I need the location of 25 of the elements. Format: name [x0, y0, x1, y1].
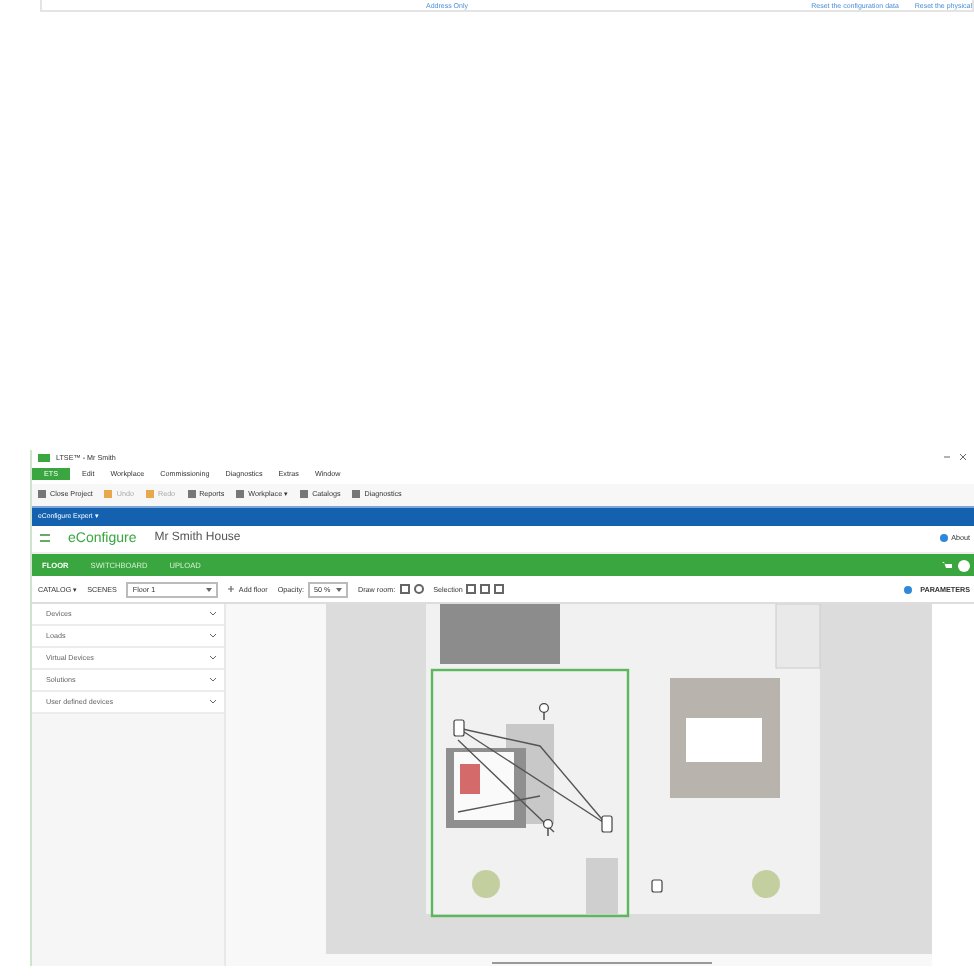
plus-icon [228, 586, 235, 593]
tool-icon [145, 490, 154, 499]
tool-icon [300, 490, 309, 499]
switch-icon[interactable] [601, 815, 613, 833]
circle-icon[interactable] [413, 584, 424, 595]
menu-icon[interactable] [40, 534, 50, 543]
user-icon[interactable] [958, 559, 970, 572]
caret-icon [336, 587, 342, 592]
light-bulb-icon[interactable] [539, 703, 550, 721]
close-icon[interactable] [960, 454, 966, 461]
app-logo-icon [38, 453, 50, 462]
socket-icon[interactable] [651, 879, 663, 893]
tool-icon [104, 490, 113, 499]
info-icon [939, 534, 948, 543]
cart-icon[interactable] [942, 561, 952, 570]
tool-icon [236, 490, 245, 499]
tool-icon [352, 490, 361, 499]
rectangle-icon[interactable] [399, 584, 410, 595]
light-bulb-icon[interactable] [543, 819, 554, 837]
tool-icon [187, 490, 196, 499]
scrollbar[interactable] [492, 962, 713, 964]
switch-icon[interactable] [453, 719, 465, 737]
caret-icon [206, 587, 213, 592]
info-icon[interactable] [904, 585, 913, 594]
tool-icon [38, 490, 46, 499]
